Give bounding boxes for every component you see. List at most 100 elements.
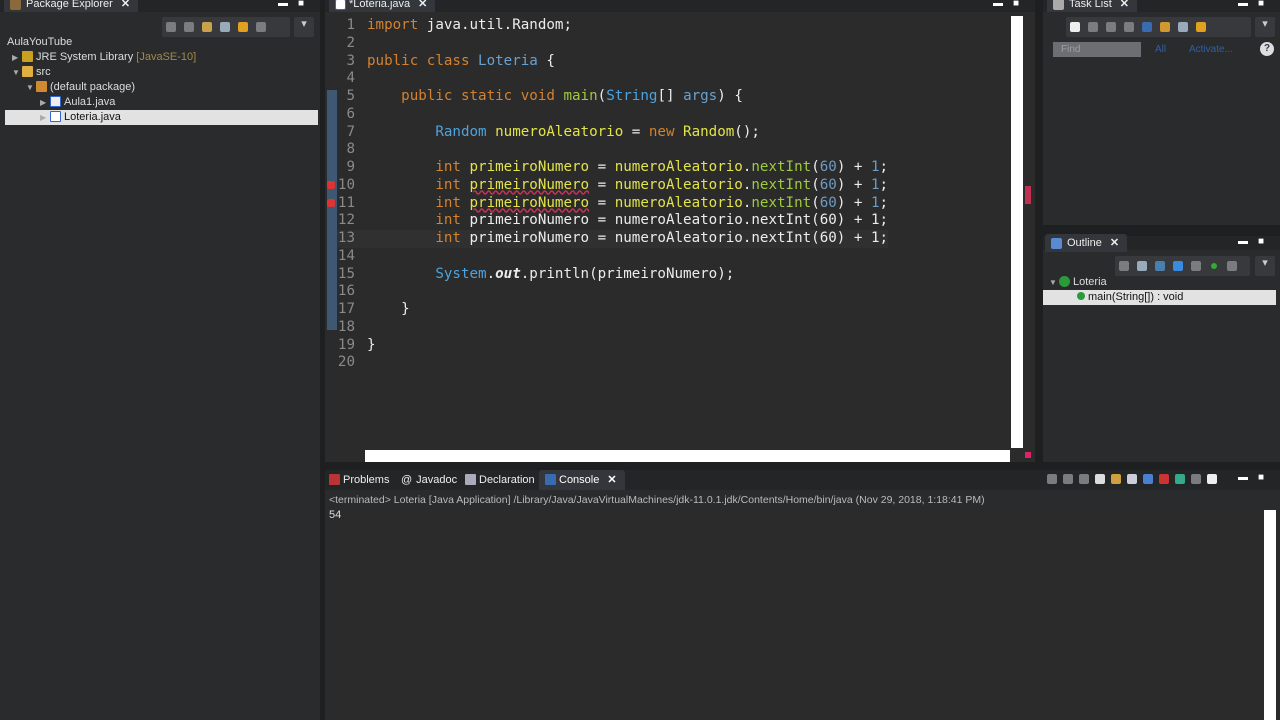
categorize-icon[interactable] — [1088, 22, 1098, 32]
filter-icon[interactable] — [256, 22, 266, 32]
schedule-icon[interactable] — [1106, 22, 1116, 32]
word-wrap-icon[interactable] — [1127, 474, 1137, 484]
collapse-all-icon[interactable] — [220, 22, 230, 32]
tab-declaration[interactable]: Declaration — [465, 473, 535, 487]
code-line[interactable]: 19} — [337, 337, 888, 355]
code-line[interactable]: 2 — [337, 35, 888, 53]
code-line[interactable]: 1 import java.util.Random; — [337, 17, 888, 35]
code-line[interactable]: 3 public class Loteria { — [337, 53, 888, 71]
error-marker[interactable] — [1025, 186, 1031, 204]
scroll-lock-icon[interactable] — [1111, 474, 1121, 484]
project-label[interactable]: AulaYouTube — [7, 35, 325, 50]
vertical-scrollbar[interactable] — [1011, 16, 1023, 448]
open-console-icon[interactable] — [1207, 474, 1217, 484]
code-line[interactable]: 15 System.out.println(primeiroNumero); — [337, 266, 888, 284]
minimize-maximize-buttons[interactable]: ▬■ — [1238, 236, 1274, 247]
collapse-all-icon[interactable] — [1137, 261, 1147, 271]
link-editor-icon[interactable] — [238, 22, 248, 32]
up-icon[interactable] — [202, 22, 212, 32]
console-output-area[interactable]: 54 — [325, 508, 1280, 720]
view-menu-icon[interactable]: ▾ — [294, 17, 314, 37]
outline-method-main[interactable]: main(String[]) : void — [1043, 290, 1276, 305]
remove-launch-icon[interactable] — [1063, 474, 1073, 484]
error-marker-icon[interactable] — [327, 180, 335, 189]
minimize-maximize-buttons[interactable]: ▬■ — [278, 0, 314, 9]
code-line[interactable]: 9 int primeiroNumero = numeroAleatorio.n… — [337, 159, 888, 177]
code-line[interactable]: 11 int primeiroNumero = numeroAleatorio.… — [327, 195, 888, 213]
code-line[interactable]: 5 public static void main(String[] args)… — [337, 88, 888, 106]
code-line[interactable]: 18 — [337, 319, 888, 337]
console-scrollbar[interactable] — [1264, 510, 1276, 720]
view-menu-icon[interactable]: ▾ — [1255, 256, 1275, 276]
pin-console-icon[interactable] — [1175, 474, 1185, 484]
tab-task-list[interactable]: Task List ✕ — [1047, 0, 1138, 12]
terminate-icon[interactable] — [1047, 474, 1057, 484]
hide-nonpublic-icon[interactable] — [1211, 263, 1217, 269]
collapse-arrow-icon[interactable]: ▼ — [1049, 275, 1059, 290]
expand-arrow-icon[interactable]: ▶ — [40, 110, 50, 125]
forward-icon[interactable] — [184, 22, 194, 32]
view-menu-icon[interactable]: ▾ — [1255, 17, 1275, 37]
code-line[interactable]: 12 int primeiroNumero = numeroAleatorio.… — [337, 212, 888, 230]
code-line[interactable]: 4 — [337, 70, 888, 88]
clear-console-icon[interactable] — [1095, 474, 1105, 484]
help-icon[interactable]: ? — [1260, 42, 1274, 56]
tab-javadoc[interactable]: @ Javadoc — [401, 473, 457, 487]
focus-icon[interactable] — [1160, 22, 1170, 32]
hide-local-types-icon[interactable] — [1227, 261, 1237, 271]
activate-link[interactable]: Activate... — [1189, 44, 1233, 55]
code-line[interactable]: 10 int primeiroNumero = numeroAleatorio.… — [327, 177, 888, 195]
tree-item-jre[interactable]: ▶ JRE System Library [JavaSE-10] — [0, 50, 318, 65]
close-icon[interactable]: ✕ — [121, 0, 130, 10]
sort-icon[interactable] — [1155, 261, 1165, 271]
minimize-maximize-buttons[interactable]: ▬■ — [993, 0, 1029, 9]
hide-fields-icon[interactable] — [1173, 261, 1183, 271]
code-line[interactable]: 16 — [337, 283, 888, 301]
filter-completed-icon[interactable] — [1142, 22, 1152, 32]
code-line[interactable]: 14 — [337, 248, 888, 266]
focus-icon[interactable] — [1119, 261, 1129, 271]
tab-outline[interactable]: Outline ✕ — [1045, 234, 1128, 252]
collapse-arrow-icon[interactable]: ▼ — [26, 80, 36, 95]
code-line[interactable]: 8 — [337, 141, 888, 159]
tab-problems[interactable]: Problems — [329, 473, 389, 487]
expand-arrow-icon[interactable]: ▶ — [40, 95, 50, 110]
horizontal-scrollbar[interactable] — [365, 450, 1010, 462]
code-line[interactable]: 6 — [337, 106, 888, 124]
tree-item-default-package[interactable]: ▼ (default package) — [0, 80, 318, 95]
minimize-maximize-buttons[interactable]: ▬■ — [1238, 472, 1274, 483]
close-icon[interactable]: ✕ — [418, 0, 427, 10]
code-line[interactable]: 13 int primeiroNumero = numeroAleatorio.… — [337, 230, 889, 248]
minimize-maximize-buttons[interactable]: ▬■ — [1238, 0, 1274, 9]
sync-icon[interactable] — [1196, 22, 1206, 32]
tree-item-aula1[interactable]: ▶ Aula1.java — [0, 95, 318, 110]
code-line[interactable]: 17 } — [337, 301, 888, 319]
code-area[interactable]: 1 import java.util.Random; 2 3 public class … — [327, 17, 889, 372]
code-editor[interactable]: *Loteria.java ✕ ▬■ 1 import java.util.Rand… — [325, 0, 1035, 462]
tree-item-loteria[interactable]: ▶ Loteria.java — [5, 110, 318, 125]
hide-static-icon[interactable] — [1191, 261, 1201, 271]
error-marker-icon[interactable] — [327, 198, 335, 207]
close-icon[interactable]: ✕ — [607, 474, 616, 486]
collapse-arrow-icon[interactable]: ▼ — [12, 65, 22, 80]
expand-arrow-icon[interactable]: ▶ — [12, 50, 22, 65]
tree-item-src[interactable]: ▼ src — [0, 65, 318, 80]
code-line[interactable]: 7 Random numeroAleatorio = new Random(); — [337, 124, 888, 142]
show-on-error-icon[interactable] — [1159, 474, 1169, 484]
display-console-icon[interactable] — [1191, 474, 1201, 484]
close-icon[interactable]: ✕ — [1120, 0, 1129, 10]
tab-loteria-java[interactable]: *Loteria.java ✕ — [329, 0, 436, 12]
close-icon[interactable]: ✕ — [1110, 237, 1119, 249]
tab-package-explorer[interactable]: Package Explorer ✕ — [4, 0, 139, 12]
find-input[interactable]: Find — [1053, 42, 1141, 57]
new-task-icon[interactable] — [1070, 22, 1080, 32]
back-icon[interactable] — [166, 22, 176, 32]
collapse-all-icon[interactable] — [1178, 22, 1188, 32]
tab-console[interactable]: Console ✕ — [539, 470, 625, 490]
repository-icon[interactable] — [1124, 22, 1134, 32]
remove-all-icon[interactable] — [1079, 474, 1089, 484]
code-line[interactable]: 20 — [337, 354, 888, 372]
all-link[interactable]: All — [1155, 44, 1166, 55]
show-on-output-icon[interactable] — [1143, 474, 1153, 484]
outline-class-loteria[interactable]: ▼ Loteria — [1049, 275, 1280, 290]
